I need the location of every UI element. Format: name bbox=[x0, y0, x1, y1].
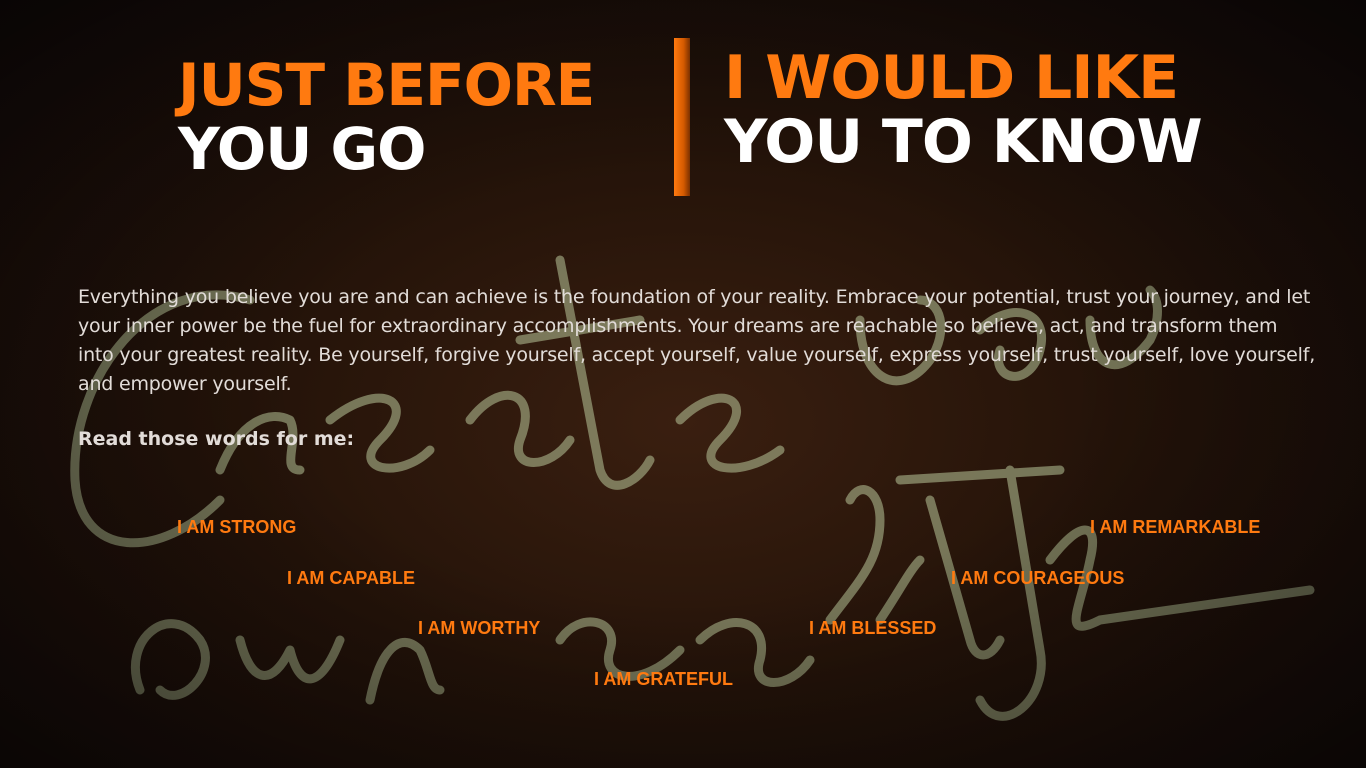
affirmation-grateful: I AM GRATEFUL bbox=[594, 669, 733, 689]
affirmation-blessed: I AM BLESSED bbox=[809, 618, 937, 638]
body-paragraph: Everything you believe you are and can a… bbox=[78, 286, 1316, 395]
affirmation-strong: I AM STRONG bbox=[177, 517, 297, 537]
heading-just-before: JUST BEFORE bbox=[178, 51, 595, 119]
read-prompt: Read those words for me: bbox=[78, 428, 355, 450]
affirmation-capable: I AM CAPABLE bbox=[287, 568, 415, 588]
affirmation-worthy: I AM WORTHY bbox=[418, 618, 541, 638]
heading-divider bbox=[674, 38, 690, 196]
slide: JUST BEFORE YOU GO I WOULD LIKE YOU TO K… bbox=[0, 0, 1366, 768]
heading-i-would-like: I WOULD LIKE bbox=[724, 43, 1179, 113]
heading-you-to-know: YOU TO KNOW bbox=[724, 107, 1203, 177]
affirmation-courageous: I AM COURAGEOUS bbox=[951, 568, 1125, 588]
heading-you-go: YOU GO bbox=[178, 115, 426, 183]
affirmation-remarkable: I AM REMARKABLE bbox=[1090, 517, 1261, 537]
